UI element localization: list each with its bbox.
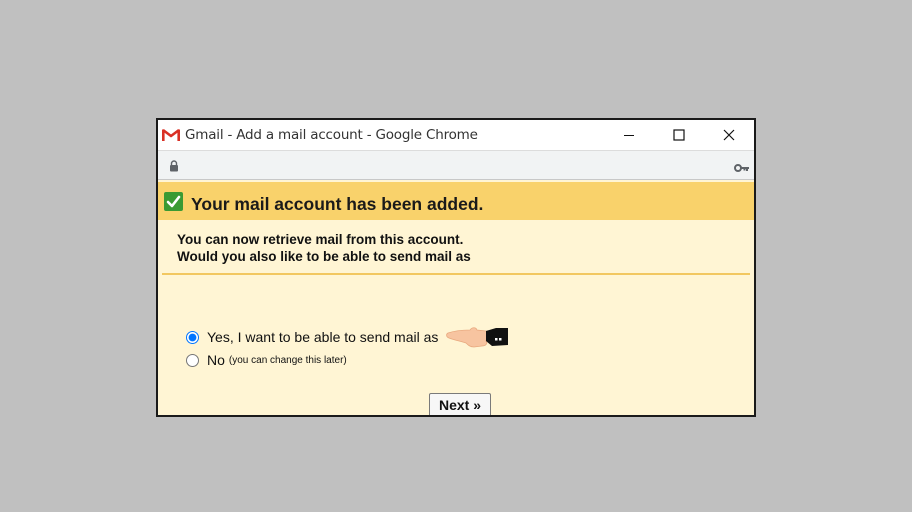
message-text: You can now retrieve mail from this acco… xyxy=(177,231,482,265)
window-title: Gmail - Add a mail account - Google Chro… xyxy=(185,127,478,143)
minimize-icon xyxy=(624,135,634,136)
browser-popup-window: Gmail - Add a mail account - Google Chro… xyxy=(156,118,756,417)
key-icon[interactable] xyxy=(734,160,750,178)
close-icon xyxy=(723,129,735,141)
option-yes-label: Yes, I want to be able to send mail as xyxy=(207,329,439,345)
hand-pointer-icon xyxy=(446,323,512,356)
check-icon xyxy=(164,191,183,211)
success-banner: Your mail account has been added. xyxy=(158,182,754,220)
maximize-icon xyxy=(673,129,685,141)
next-button[interactable]: Next » xyxy=(429,393,491,415)
radio-yes[interactable] xyxy=(186,330,199,344)
option-no[interactable]: No (you can change this later) xyxy=(186,352,347,368)
minimize-button[interactable] xyxy=(604,120,654,150)
option-no-note: (you can change this later) xyxy=(228,354,347,366)
option-yes[interactable]: Yes, I want to be able to send mail as xyxy=(186,329,438,345)
radio-no[interactable] xyxy=(186,353,199,367)
message-line-1: You can now retrieve mail from this acco… xyxy=(177,232,464,247)
address-bar[interactable] xyxy=(158,150,754,180)
message-line-2: Would you also like to be able to send m… xyxy=(177,249,471,264)
lock-icon[interactable] xyxy=(169,159,179,177)
banner-title: Your mail account has been added. xyxy=(191,193,484,214)
content-area: You can now retrieve mail from this acco… xyxy=(158,231,754,415)
window-controls xyxy=(604,120,754,150)
maximize-button[interactable] xyxy=(654,120,704,150)
divider xyxy=(162,273,750,275)
option-no-label: No xyxy=(207,352,225,368)
title-bar: Gmail - Add a mail account - Google Chro… xyxy=(158,120,754,150)
gmail-logo-icon xyxy=(162,128,180,142)
close-button[interactable] xyxy=(704,120,754,150)
